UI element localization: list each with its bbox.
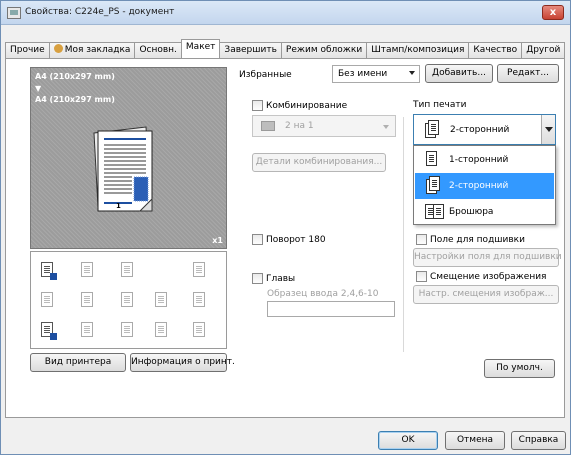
close-button[interactable]: x: [542, 5, 564, 20]
edit-favorite-button[interactable]: Редакт...: [497, 64, 559, 83]
properties-dialog: Свойства: C224e_PS - документ x Прочие М…: [0, 0, 571, 455]
page-preview: A4 (210x297 mm) ▼ A4 (210x297 mm) 1 x1: [30, 67, 227, 249]
column-divider: [403, 117, 404, 352]
sheet-icon: [153, 320, 171, 340]
tab-quality[interactable]: Качество: [468, 42, 523, 58]
title-bar: Свойства: C224e_PS - документ x: [1, 1, 570, 25]
printer-info-button[interactable]: Информация о принт.: [130, 353, 235, 372]
favorites-label: Избранные: [239, 70, 292, 80]
binding-settings-button[interactable]: Настройки поля для подшивки: [413, 248, 562, 267]
duplex-page-illustration: [93, 126, 153, 212]
favorites-select[interactable]: Без имени: [332, 65, 420, 83]
tab-basic[interactable]: Основн.: [134, 42, 182, 58]
person-icon: [53, 44, 63, 53]
print-type-dropdown: 1-сторонний 2-сторонний Брошюра: [413, 145, 556, 225]
duplex-icon: [424, 120, 440, 140]
booklet-icon: [425, 202, 444, 222]
chapters-checkbox[interactable]: Главы: [252, 273, 295, 284]
option-simplex[interactable]: 1-сторонний: [415, 147, 554, 173]
chevron-down-icon: [409, 71, 415, 75]
combine-details-button[interactable]: Детали комбинирования...: [252, 153, 386, 172]
margin-icon: [39, 290, 57, 310]
chevron-down-icon[interactable]: [541, 115, 555, 144]
image-shift-icon: [119, 290, 137, 310]
ok-button[interactable]: OK: [378, 431, 438, 450]
staple-icon: [191, 290, 209, 310]
window-title: Свойства: C224e_PS - документ: [25, 7, 175, 17]
duplex-icon: [425, 176, 441, 196]
punch-icon: [79, 320, 97, 340]
poster-icon: [79, 290, 97, 310]
combine-checkbox[interactable]: Комбинирование: [252, 100, 347, 111]
combine-select[interactable]: 2 на 1: [252, 115, 396, 137]
paper-size-original: A4 (210x297 mm): [35, 72, 115, 81]
duplex-icon: [39, 260, 57, 280]
page-blue-icon: [39, 320, 57, 340]
fold-icon: [119, 320, 137, 340]
chevron-down-icon: [383, 125, 389, 129]
page-number: 1: [116, 202, 121, 210]
combine-icon: [119, 260, 137, 280]
defaults-button[interactable]: По умолч.: [484, 359, 555, 378]
rotate-icon: [191, 260, 209, 280]
image-shift-settings-button[interactable]: Настр. смещения изображ...: [413, 285, 559, 304]
chapters-input[interactable]: [267, 301, 395, 317]
tab-stamp[interactable]: Штамп/композиция: [366, 42, 470, 58]
chapters-hint: Образец ввода 2,4,6-10: [267, 289, 379, 299]
help-button[interactable]: Справка: [511, 431, 566, 450]
add-favorite-button[interactable]: Добавить...: [425, 64, 493, 83]
cancel-button[interactable]: Отмена: [445, 431, 505, 450]
option-booklet[interactable]: Брошюра: [415, 199, 554, 225]
arrow-down-icon: ▼: [35, 84, 42, 93]
printer-icon: [7, 7, 21, 19]
tab-another[interactable]: Другой: [521, 42, 566, 58]
tab-cover-mode[interactable]: Режим обложки: [280, 42, 368, 58]
binding-margin-checkbox[interactable]: Поле для подшивки: [416, 234, 525, 245]
copies-indicator: x1: [212, 236, 223, 245]
printer-view-button[interactable]: Вид принтера: [30, 353, 126, 372]
blank-page-icon: [191, 320, 209, 340]
chapter-icon: [153, 290, 171, 310]
print-type-label: Тип печати: [413, 100, 467, 110]
tab-my-tab[interactable]: Моя закладка: [48, 42, 136, 58]
tab-other[interactable]: Прочие: [5, 42, 50, 58]
tab-strip: Прочие Моя закладка Основн. Макет Заверш…: [5, 39, 566, 58]
layout-thumbnails: [30, 251, 227, 349]
rotate-180-checkbox[interactable]: Поворот 180: [252, 234, 326, 245]
option-duplex[interactable]: 2-сторонний: [415, 173, 554, 199]
image-shift-checkbox[interactable]: Смещение изображения: [416, 271, 546, 282]
tab-layout[interactable]: Макет: [180, 39, 221, 58]
two-up-icon: [261, 121, 275, 131]
print-type-select[interactable]: 2-сторонний: [413, 114, 556, 145]
booklet-icon: [79, 260, 97, 280]
simplex-icon: [425, 150, 441, 170]
paper-size-output: A4 (210x297 mm): [35, 95, 115, 104]
tab-finishing[interactable]: Завершить: [219, 42, 282, 58]
